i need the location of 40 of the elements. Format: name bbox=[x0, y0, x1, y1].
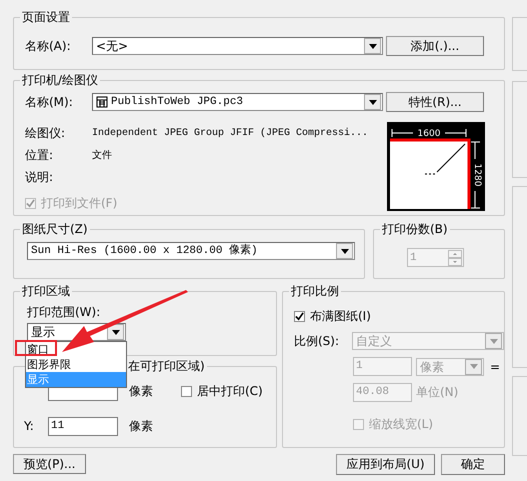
group-title: 图纸尺寸(Z) bbox=[20, 221, 90, 237]
dropdown-option[interactable]: 图形界限 bbox=[26, 357, 71, 372]
info-label: 位置: bbox=[25, 146, 54, 164]
group-title: 打印比例 bbox=[289, 283, 341, 299]
paper-preview-drawing: 1600 1280 bbox=[387, 122, 485, 211]
add-button[interactable]: 添加(.)... bbox=[386, 36, 484, 56]
checkbox-label: 居中打印(C) bbox=[197, 382, 263, 400]
checkbox-label: 布满图纸(I) bbox=[310, 308, 371, 325]
group-title: 打印机/绘图仪 bbox=[20, 72, 100, 88]
dialog-button[interactable]: 预览(P)... bbox=[13, 454, 86, 474]
highlight-frame bbox=[15, 340, 57, 356]
dialog-button[interactable]: 确定 bbox=[441, 454, 505, 475]
plotter-icon bbox=[96, 96, 108, 108]
unit-label: 像素 bbox=[129, 418, 153, 434]
y-offset-field[interactable]: 11 bbox=[48, 416, 118, 436]
group-title: 打印区域 bbox=[20, 283, 72, 299]
checkbox-label: 缩放线宽(L) bbox=[369, 416, 434, 433]
field-label: 打印范围(W): bbox=[27, 304, 102, 320]
field-label: Y: bbox=[24, 419, 35, 433]
group-title: 页面设置 bbox=[20, 9, 72, 25]
dropdown-option[interactable]: 窗口 bbox=[26, 342, 49, 357]
group-title: 在可打印区域) bbox=[126, 358, 207, 374]
properties-button[interactable]: 特性(R)... bbox=[386, 92, 484, 112]
info-label: 说明: bbox=[25, 168, 54, 186]
plotter-dropdown[interactable]: PublishToWeb JPG.pc3 bbox=[92, 93, 383, 111]
unit-label: 像素 bbox=[129, 382, 153, 400]
paper-size-dropdown[interactable]: Sun Hi-Res (1600.00 x 1280.00 像素) bbox=[27, 242, 355, 260]
info-value: 文件 bbox=[92, 148, 112, 162]
field-label: 名称(A): bbox=[25, 38, 72, 54]
checkbox[interactable] bbox=[181, 386, 192, 396]
unit-label: 单位(N) bbox=[416, 384, 458, 401]
field-label: 名称(M): bbox=[25, 94, 74, 110]
checkbox-label: 打印到文件(F) bbox=[41, 195, 118, 212]
group-title: 打印份数(B) bbox=[380, 221, 450, 237]
equals-sign: = bbox=[490, 360, 500, 374]
info-label: 绘图仪: bbox=[25, 124, 66, 142]
dialog-button[interactable]: 应用到布局(U) bbox=[336, 454, 436, 475]
field-label: 比例(S): bbox=[294, 332, 340, 350]
name-dropdown[interactable]: <无> bbox=[92, 37, 383, 55]
info-value: Independent JPEG Group JFIF (JPEG Compressi... bbox=[92, 128, 368, 138]
